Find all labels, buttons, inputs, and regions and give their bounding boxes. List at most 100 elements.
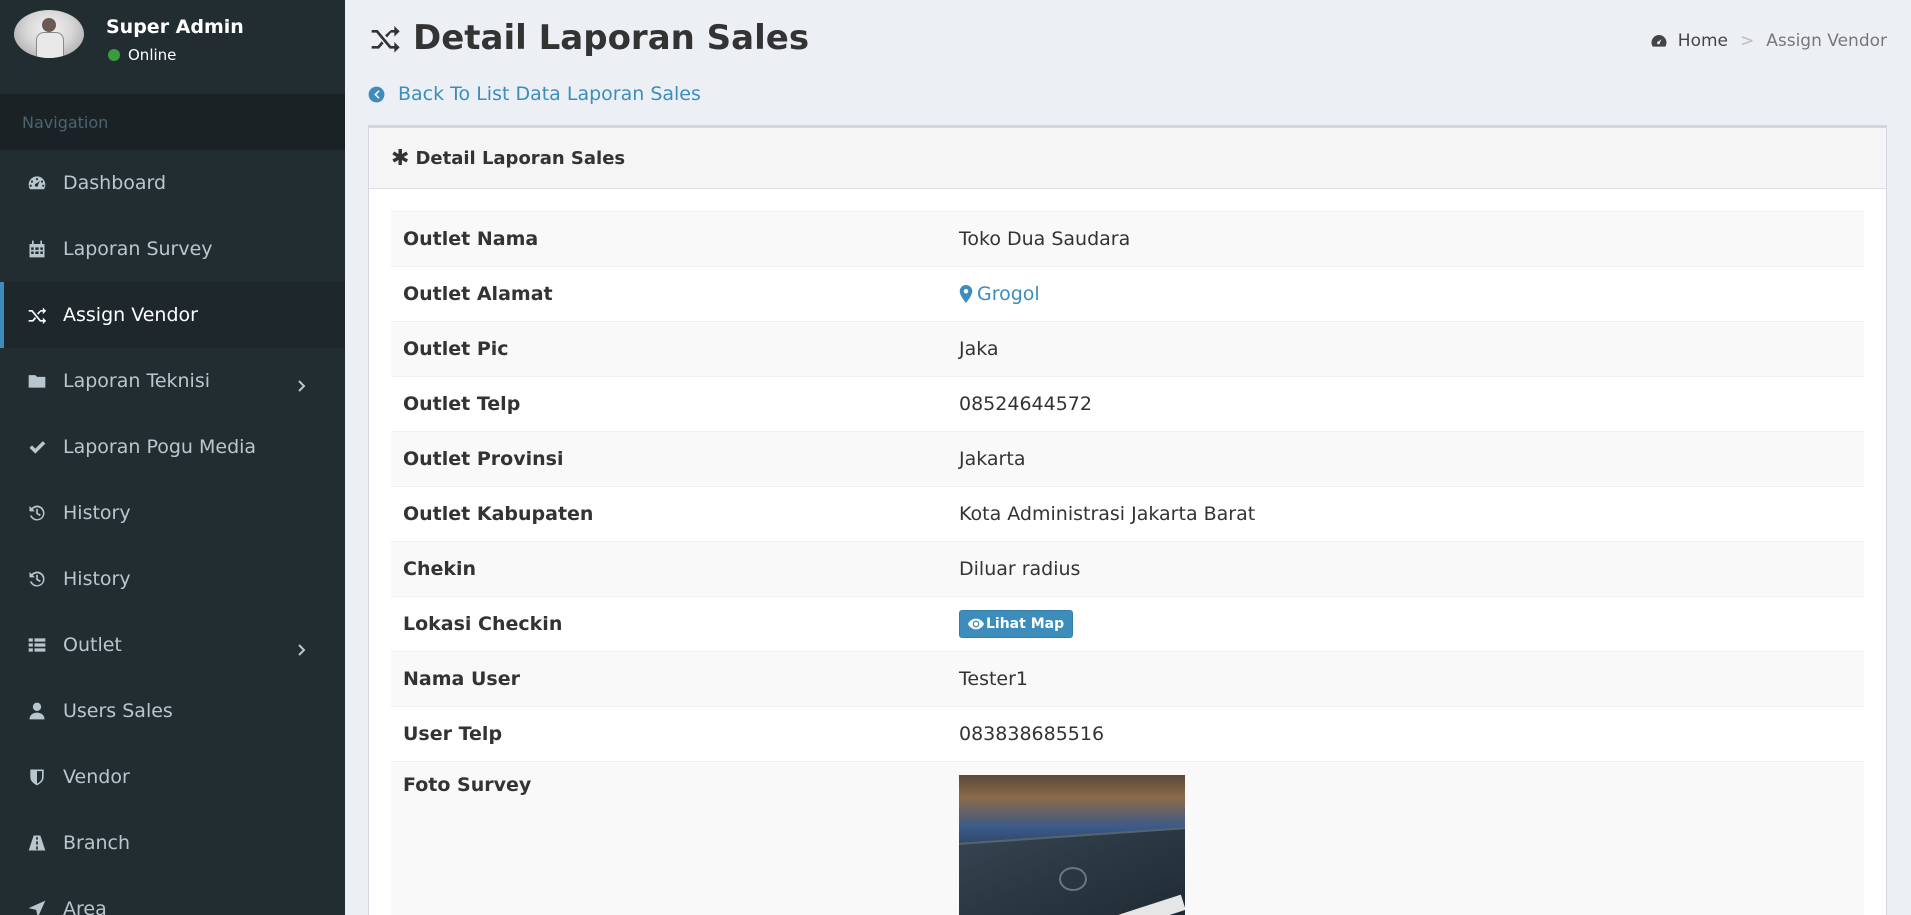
breadcrumb-separator: > [1739,31,1755,51]
user-status-label: Online [128,46,177,64]
nama-user-value: Tester1 [959,668,1029,690]
user-panel: Super Admin Online [0,0,345,94]
page-header: Detail Laporan Sales [367,18,809,58]
table-row: Outlet Provinsi Jakarta [391,431,1864,486]
photo-sticker [1114,894,1185,915]
sidebar-item-label: Vendor [63,766,130,788]
breadcrumb-current: Assign Vendor [1766,31,1887,51]
lihat-map-label: Lihat Map [986,616,1065,632]
chekin-value: Diluar radius [959,558,1081,580]
sidebar-item-label: Users Sales [63,700,173,722]
survey-photo[interactable] [959,775,1185,915]
table-row: Outlet Nama Toko Dua Saudara [391,211,1864,266]
sidebar-item-history-2[interactable]: History [0,546,345,612]
box-title: Detail Laporan Sales [415,147,626,169]
sidebar-item-label: Laporan Teknisi [63,370,211,392]
user-name: Super Admin [106,16,244,38]
sidebar-item-label: Outlet [63,634,122,656]
dashboard-icon [26,172,48,194]
back-to-list-link[interactable]: Back To List Data Laporan Sales [367,83,701,105]
outlet-telp-value: 08524644572 [959,393,1092,415]
back-link-label: Back To List Data Laporan Sales [398,83,701,105]
table-row: Outlet Pic Jaka [391,321,1864,376]
sidebar-item-label: Branch [63,832,131,854]
history-icon [26,502,48,524]
list-icon [26,634,48,656]
sidebar-item-users-sales[interactable]: Users Sales [0,678,345,744]
sidebar-item-assign-vendor[interactable]: Assign Vendor [0,282,345,348]
user-icon [26,700,48,722]
detail-table: Outlet Nama Toko Dua Saudara Outlet Alam… [391,211,1864,915]
sidebar-item-history[interactable]: History [0,480,345,546]
sidebar-item-label: Laporan Survey [63,238,213,260]
row-label: Outlet Nama [403,228,539,250]
history-icon [26,568,48,590]
folder-icon [26,370,48,392]
row-label: Outlet Alamat [403,283,553,305]
location-arrow-icon [26,898,48,915]
map-marker-icon [959,285,973,303]
detail-box: ✱ Detail Laporan Sales Outlet Nama Toko … [368,125,1887,915]
outlet-nama-value: Toko Dua Saudara [959,228,1131,250]
lihat-map-button[interactable]: Lihat Map [959,610,1074,638]
shield-icon [26,766,48,788]
user-info: Super Admin Online [106,16,244,64]
row-label: Chekin [403,558,477,580]
sidebar-item-outlet[interactable]: Outlet [0,612,345,678]
row-label: Outlet Provinsi [403,448,564,470]
outlet-pic-value: Jaka [959,338,999,360]
chevron-right-icon [295,375,307,392]
asterisk-icon: ✱ [391,145,410,171]
table-row: Nama User Tester1 [391,651,1864,706]
nav-header: Navigation [0,94,345,150]
chevron-right-icon [295,639,307,656]
table-row: Lokasi Checkin Lihat Map [391,596,1864,651]
sidebar-item-laporan-teknisi[interactable]: Laporan Teknisi [0,348,345,414]
sidebar-item-area[interactable]: Area [0,876,345,915]
row-label: User Telp [403,723,503,745]
sidebar-item-label: History [63,502,131,524]
online-status-icon [108,49,120,61]
box-header: ✱ Detail Laporan Sales [369,128,1886,189]
sidebar-item-dashboard[interactable]: Dashboard [0,150,345,216]
dashboard-icon [1651,35,1667,47]
table-row: Chekin Diluar radius [391,541,1864,596]
lokasi-checkin-value: Lihat Map [959,610,1074,638]
main-content: Detail Laporan Sales Home > Assign Vendo… [345,0,1911,915]
row-label: Outlet Pic [403,338,509,360]
outlet-alamat-link[interactable]: Grogol [959,283,1040,305]
breadcrumb: Home > Assign Vendor [1650,31,1887,51]
calendar-icon [26,238,48,260]
eye-icon [968,618,984,630]
sidebar-item-laporan-pogu-media[interactable]: Laporan Pogu Media [0,414,345,480]
row-label: Nama User [403,668,520,690]
outlet-provinsi-value: Jakarta [959,448,1026,470]
user-telp-value: 083838685516 [959,723,1105,745]
sidebar-item-laporan-survey[interactable]: Laporan Survey [0,216,345,282]
check-icon [26,436,48,458]
random-icon [371,26,400,53]
table-row: User Telp 083838685516 [391,706,1864,761]
user-status: Online [106,46,244,64]
table-row: Outlet Telp 08524644572 [391,376,1864,431]
page-title: Detail Laporan Sales [413,18,810,58]
random-icon [26,304,48,326]
row-label: Lokasi Checkin [403,613,563,635]
sidebar-item-label: Laporan Pogu Media [63,436,257,458]
table-row: Outlet Kabupaten Kota Administrasi Jakar… [391,486,1864,541]
row-label: Foto Survey [403,774,532,796]
sidebar-item-label: Dashboard [63,172,167,194]
sidebar: Super Admin Online Navigation Dashboard … [0,0,345,915]
row-label: Outlet Telp [403,393,521,415]
sidebar-item-vendor[interactable]: Vendor [0,744,345,810]
table-row: Foto Survey [391,761,1864,915]
row-label: Outlet Kabupaten [403,503,594,525]
sidebar-item-label: Assign Vendor [63,304,198,326]
outlet-kabupaten-value: Kota Administrasi Jakarta Barat [959,503,1256,525]
avatar [14,10,84,58]
outlet-alamat-value: Grogol [977,283,1040,305]
breadcrumb-home[interactable]: Home [1678,31,1728,51]
table-row: Outlet Alamat Grogol [391,266,1864,321]
road-icon [26,832,48,854]
sidebar-item-branch[interactable]: Branch [0,810,345,876]
